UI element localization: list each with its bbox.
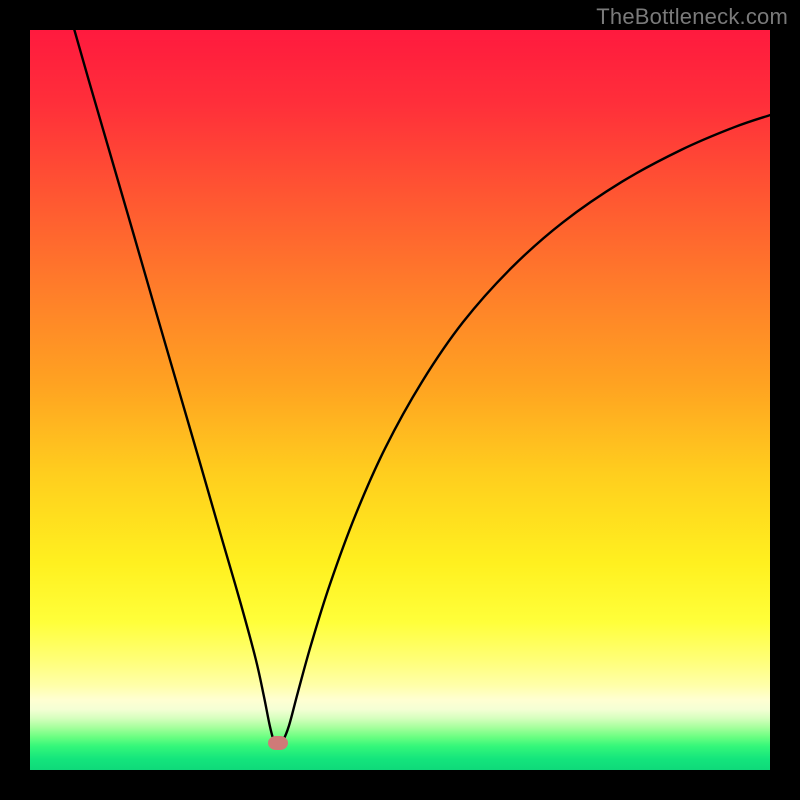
chart-frame: TheBottleneck.com (0, 0, 800, 800)
curve-layer (30, 30, 770, 770)
bottleneck-curve (74, 30, 770, 746)
plot-area (30, 30, 770, 770)
optimum-marker (268, 736, 288, 750)
watermark-text: TheBottleneck.com (596, 4, 788, 30)
